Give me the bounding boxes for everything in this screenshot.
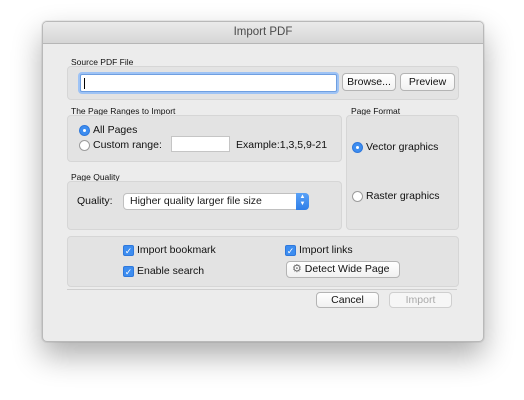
preview-button[interactable]: Preview (400, 73, 455, 91)
up-down-chevron-icon: ▲ ▼ (296, 193, 309, 210)
import-pdf-dialog: Import PDF Source PDF File Browse... Pre… (42, 21, 484, 342)
quality-selected-value: Higher quality larger file size (130, 195, 262, 207)
enable-search-label[interactable]: Enable search (137, 265, 204, 277)
raster-graphics-label[interactable]: Raster graphics (366, 190, 440, 202)
gear-icon: ⚙ (292, 263, 302, 275)
vector-graphics-radio[interactable] (352, 142, 363, 153)
custom-range-input[interactable] (171, 136, 230, 152)
checkmark-icon: ✓ (124, 267, 133, 277)
import-links-checkbox[interactable]: ✓ (285, 245, 296, 256)
text-caret (84, 78, 85, 89)
checkmark-icon: ✓ (124, 246, 133, 256)
all-pages-label[interactable]: All Pages (93, 124, 137, 136)
all-pages-radio[interactable] (79, 125, 90, 136)
window-title: Import PDF (43, 22, 483, 44)
custom-range-label[interactable]: Custom range: (93, 139, 162, 151)
import-links-label[interactable]: Import links (299, 244, 353, 256)
import-button[interactable]: Import (389, 292, 452, 308)
custom-range-example: Example:1,3,5,9-21 (236, 139, 328, 151)
footer-divider (67, 289, 457, 290)
enable-search-checkbox[interactable]: ✓ (123, 266, 134, 277)
quality-select[interactable]: Higher quality larger file size ▲ ▼ (123, 193, 309, 210)
raster-graphics-radio[interactable] (352, 191, 363, 202)
cancel-button[interactable]: Cancel (316, 292, 379, 308)
import-bookmark-checkbox[interactable]: ✓ (123, 245, 134, 256)
detect-wide-page-label: Detect Wide Page (304, 263, 390, 275)
source-path-input[interactable] (80, 74, 337, 92)
custom-range-radio[interactable] (79, 140, 90, 151)
options-group (67, 236, 459, 287)
checkmark-icon: ✓ (286, 246, 295, 256)
browse-button[interactable]: Browse... (342, 73, 396, 91)
page-format-group (346, 115, 459, 230)
detect-wide-page-button[interactable]: ⚙ Detect Wide Page (286, 261, 400, 278)
vector-graphics-label[interactable]: Vector graphics (366, 141, 438, 153)
quality-field-label: Quality: (77, 195, 113, 207)
import-bookmark-label[interactable]: Import bookmark (137, 244, 216, 256)
